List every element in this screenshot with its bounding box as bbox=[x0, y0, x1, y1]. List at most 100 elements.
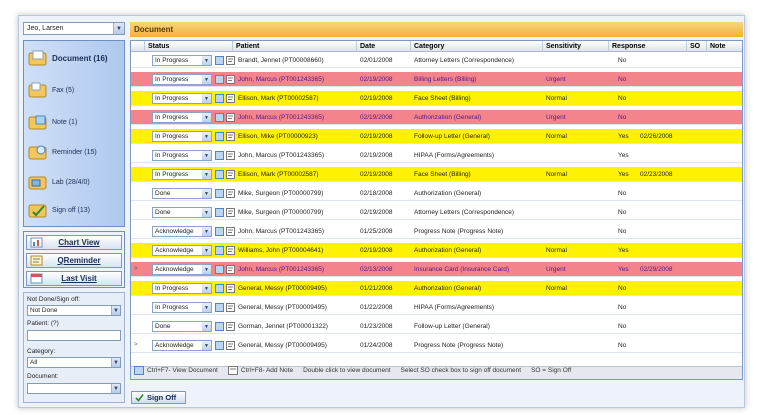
table-row[interactable]: > Acknowledge ▼ John, Marcus (PT001243365) 0… bbox=[131, 262, 742, 277]
table-row[interactable]: In Progress ▼ Ellison, Mark (PT00002587) 02… bbox=[131, 167, 742, 182]
table-row[interactable]: In Progress ▼ Ellison, Mike (PT00000923) 02… bbox=[131, 129, 742, 144]
chevron-down-icon[interactable]: ▼ bbox=[111, 306, 120, 315]
add-note-icon[interactable] bbox=[226, 170, 235, 179]
column-header-date[interactable]: Date bbox=[357, 41, 411, 52]
chevron-down-icon[interactable]: ▼ bbox=[202, 246, 211, 255]
add-note-icon[interactable] bbox=[226, 265, 235, 274]
table-row[interactable]: In Progress ▼ Ellison, Mark (PT00002587) 02… bbox=[131, 91, 742, 106]
status-select[interactable]: Acknowledge ▼ bbox=[152, 264, 212, 275]
view-document-icon[interactable] bbox=[215, 322, 224, 331]
add-note-icon[interactable] bbox=[226, 208, 235, 217]
view-document-icon[interactable] bbox=[215, 208, 224, 217]
column-header-status[interactable]: Status bbox=[145, 41, 233, 52]
status-select[interactable]: Acknowledge ▼ bbox=[152, 226, 212, 237]
status-select[interactable]: In Progress ▼ bbox=[152, 302, 212, 313]
status-select[interactable]: Acknowledge ▼ bbox=[152, 245, 212, 256]
chevron-down-icon[interactable]: ▼ bbox=[202, 303, 211, 312]
status-select[interactable]: In Progress ▼ bbox=[152, 55, 212, 66]
add-note-icon[interactable] bbox=[226, 75, 235, 84]
add-note-icon[interactable] bbox=[226, 227, 235, 236]
view-document-icon[interactable] bbox=[215, 227, 224, 236]
column-header-patient[interactable]: Patient bbox=[233, 41, 357, 52]
view-document-icon[interactable] bbox=[215, 94, 224, 103]
table-row[interactable]: In Progress ▼ Brandt, Jennet (PT00008660) 0… bbox=[131, 53, 742, 68]
chevron-down-icon[interactable]: ▼ bbox=[111, 384, 120, 393]
column-header-sensitivity[interactable]: Sensitivity bbox=[543, 41, 609, 52]
table-row[interactable]: In Progress ▼ John, Marcus (PT001243365) 02… bbox=[131, 148, 742, 163]
patient-filter-input[interactable] bbox=[27, 330, 121, 341]
view-document-icon[interactable] bbox=[215, 341, 224, 350]
chevron-down-icon[interactable]: ▼ bbox=[202, 170, 211, 179]
add-note-icon[interactable] bbox=[226, 322, 235, 331]
nav-item-lab[interactable]: Lab (28/4/0) bbox=[28, 171, 124, 193]
add-note-icon[interactable] bbox=[226, 94, 235, 103]
chevron-down-icon[interactable]: ▼ bbox=[202, 94, 211, 103]
q-reminder-button[interactable]: QReminder bbox=[26, 253, 122, 268]
chevron-down-icon[interactable]: ▼ bbox=[202, 265, 211, 274]
view-document-icon[interactable] bbox=[215, 303, 224, 312]
view-document-icon[interactable] bbox=[215, 189, 224, 198]
status-select[interactable]: In Progress ▼ bbox=[152, 93, 212, 104]
add-note-icon[interactable] bbox=[226, 56, 235, 65]
table-row[interactable]: Acknowledge ▼ Williams, John (PT00004641) 0… bbox=[131, 243, 742, 258]
column-header-so[interactable]: SO bbox=[687, 41, 707, 52]
chevron-down-icon[interactable]: ▼ bbox=[113, 23, 124, 34]
sign-off-button[interactable]: Sign Off bbox=[131, 391, 186, 404]
status-select[interactable]: In Progress ▼ bbox=[152, 131, 212, 142]
chevron-down-icon[interactable]: ▼ bbox=[202, 113, 211, 122]
chevron-down-icon[interactable]: ▼ bbox=[202, 208, 211, 217]
table-row[interactable]: In Progress ▼ John, Marcus (PT001243365) 02… bbox=[131, 72, 742, 87]
chevron-down-icon[interactable]: ▼ bbox=[202, 227, 211, 236]
table-row[interactable]: Done ▼ Mike, Surgeon (PT00000799) 02/19/200… bbox=[131, 205, 742, 220]
view-document-icon[interactable] bbox=[215, 170, 224, 179]
column-header-category[interactable]: Category bbox=[411, 41, 543, 52]
category-filter-select[interactable]: All ▼ bbox=[27, 357, 121, 368]
chevron-down-icon[interactable]: ▼ bbox=[202, 151, 211, 160]
column-header-response[interactable]: Response bbox=[609, 41, 687, 52]
table-row[interactable]: > Acknowledge ▼ General, Messy (PT00009495)… bbox=[131, 338, 742, 353]
view-document-icon[interactable] bbox=[215, 132, 224, 141]
view-document-icon[interactable] bbox=[215, 284, 224, 293]
table-row[interactable]: In Progress ▼ John, Marcus (PT001243365) 02… bbox=[131, 110, 742, 125]
nav-item-sign-off[interactable]: Sign off (13) bbox=[28, 199, 124, 221]
chevron-down-icon[interactable]: ▼ bbox=[202, 322, 211, 331]
chevron-down-icon[interactable]: ▼ bbox=[202, 189, 211, 198]
add-note-icon[interactable] bbox=[226, 189, 235, 198]
status-select[interactable]: Done ▼ bbox=[152, 188, 212, 199]
status-select[interactable]: In Progress ▼ bbox=[152, 169, 212, 180]
add-note-icon[interactable] bbox=[226, 132, 235, 141]
nav-item-fax[interactable]: Fax (5) bbox=[28, 79, 124, 101]
table-row[interactable]: In Progress ▼ General, Messy (PT00009495) 0… bbox=[131, 300, 742, 315]
status-select[interactable]: In Progress ▼ bbox=[152, 150, 212, 161]
add-note-icon[interactable] bbox=[226, 246, 235, 255]
status-select[interactable]: Acknowledge ▼ bbox=[152, 340, 212, 351]
add-note-icon[interactable] bbox=[226, 151, 235, 160]
signoff-filter-select[interactable]: Not Done ▼ bbox=[27, 305, 121, 316]
view-document-icon[interactable] bbox=[215, 265, 224, 274]
view-document-icon[interactable] bbox=[215, 56, 224, 65]
add-note-icon[interactable] bbox=[226, 284, 235, 293]
view-document-icon[interactable] bbox=[215, 75, 224, 84]
table-row[interactable]: In Progress ▼ General, Messy (PT00009495) 0… bbox=[131, 281, 742, 296]
nav-item-document[interactable]: Document (16) bbox=[28, 47, 124, 69]
chevron-down-icon[interactable]: ▼ bbox=[202, 341, 211, 350]
status-select[interactable]: In Progress ▼ bbox=[152, 112, 212, 123]
nav-item-note[interactable]: Note (1) bbox=[28, 111, 124, 133]
last-visit-button[interactable]: Last Visit bbox=[26, 271, 122, 286]
status-select[interactable]: Done ▼ bbox=[152, 321, 212, 332]
table-row[interactable]: Done ▼ Mike, Surgeon (PT00000799) 02/18/200… bbox=[131, 186, 742, 201]
user-select[interactable]: Jeo, Larsen ▼ bbox=[23, 22, 125, 35]
nav-item-reminder[interactable]: Reminder (15) bbox=[28, 141, 124, 163]
status-select[interactable]: In Progress ▼ bbox=[152, 74, 212, 85]
chevron-down-icon[interactable]: ▼ bbox=[202, 75, 211, 84]
add-note-icon[interactable] bbox=[226, 341, 235, 350]
status-select[interactable]: Done ▼ bbox=[152, 207, 212, 218]
add-note-icon[interactable] bbox=[226, 303, 235, 312]
view-document-icon[interactable] bbox=[215, 151, 224, 160]
view-document-icon[interactable] bbox=[215, 246, 224, 255]
view-document-icon[interactable] bbox=[215, 113, 224, 122]
table-row[interactable]: Acknowledge ▼ John, Marcus (PT001243365) 01… bbox=[131, 224, 742, 239]
chevron-down-icon[interactable]: ▼ bbox=[202, 56, 211, 65]
column-header-note[interactable]: Note bbox=[707, 41, 742, 52]
document-filter-select[interactable]: ▼ bbox=[27, 383, 121, 394]
